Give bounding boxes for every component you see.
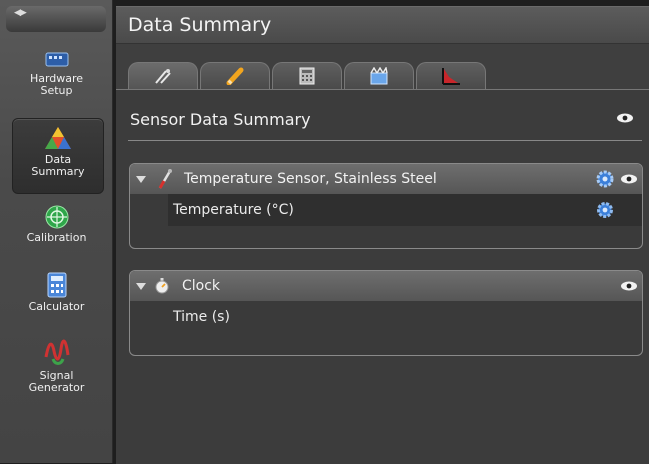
sensor-row-label: Time (s): [173, 309, 230, 325]
sidebar: ◀▶ Hardware Setup Data Summary Calibrati…: [0, 0, 113, 463]
calculator-icon: [299, 67, 315, 85]
eye-icon[interactable]: [620, 281, 638, 291]
sensor-row-temperature[interactable]: Temperature (°C): [168, 194, 642, 226]
calculator-icon: [47, 272, 66, 298]
sensor-group-title: Temperature Sensor, Stainless Steel: [184, 171, 437, 187]
collapse-triangle-icon[interactable]: [136, 175, 146, 183]
tab-calculator[interactable]: [272, 62, 342, 89]
sidebar-item-hardware-setup[interactable]: Hardware Setup: [0, 48, 113, 97]
tab-strip: [128, 62, 486, 90]
section-divider: [128, 140, 642, 141]
eye-icon[interactable]: [620, 174, 638, 184]
sensor-row-label: Temperature (°C): [173, 202, 294, 218]
tab-graph[interactable]: [416, 62, 486, 89]
section-title: Sensor Data Summary: [130, 110, 311, 129]
sensor-group-header[interactable]: Clock: [130, 271, 642, 301]
sensor-group-temperature: Temperature Sensor, Stainless Steel Temp…: [129, 163, 643, 249]
sensor-group-title: Clock: [182, 278, 221, 294]
sidebar-item-label: Hardware Setup: [29, 72, 84, 97]
gear-icon[interactable]: [596, 201, 614, 219]
graph-icon: [442, 68, 460, 85]
stopwatch-icon: [155, 278, 169, 294]
sidebar-item-calculator[interactable]: Calculator: [0, 272, 113, 313]
sensor-probe-icon: [155, 69, 171, 84]
eye-icon[interactable]: [616, 113, 634, 123]
sensor-row-time[interactable]: Time (s): [130, 301, 642, 333]
main-panel: Data Summary Sensor Data Summary Tempera…: [116, 6, 649, 464]
sidebar-item-signal-generator[interactable]: Signal Generator: [0, 337, 113, 394]
sensor-group-clock: Clock Time (s): [129, 270, 643, 356]
clapper-icon: [370, 67, 388, 85]
sidebar-item-label: Calibration: [26, 231, 87, 244]
page-title: Data Summary: [116, 7, 649, 44]
pencil-icon: [226, 67, 244, 85]
hardware-icon: [45, 52, 68, 67]
sidebar-item-calibration[interactable]: Calibration: [0, 205, 113, 244]
calibration-icon: [45, 205, 68, 229]
gear-icon[interactable]: [596, 170, 614, 188]
tab-sensors[interactable]: [128, 62, 198, 89]
sidebar-item-label: Calculator: [28, 300, 85, 313]
thermometer-probe-icon: [158, 169, 172, 189]
sidebar-item-label: Signal Generator: [28, 369, 85, 394]
data-summary-icon: [45, 127, 71, 149]
tab-video[interactable]: [344, 62, 414, 89]
sidebar-item-label: Data Summary: [31, 153, 85, 178]
collapse-icon: ◀▶: [14, 8, 27, 18]
sensor-group-header[interactable]: Temperature Sensor, Stainless Steel: [130, 164, 642, 194]
sidebar-item-data-summary[interactable]: Data Summary: [12, 118, 104, 194]
collapse-triangle-icon[interactable]: [136, 282, 146, 290]
sidebar-collapse-button[interactable]: ◀▶: [6, 6, 106, 32]
signal-generator-icon: [44, 339, 69, 365]
tab-notes[interactable]: [200, 62, 270, 89]
